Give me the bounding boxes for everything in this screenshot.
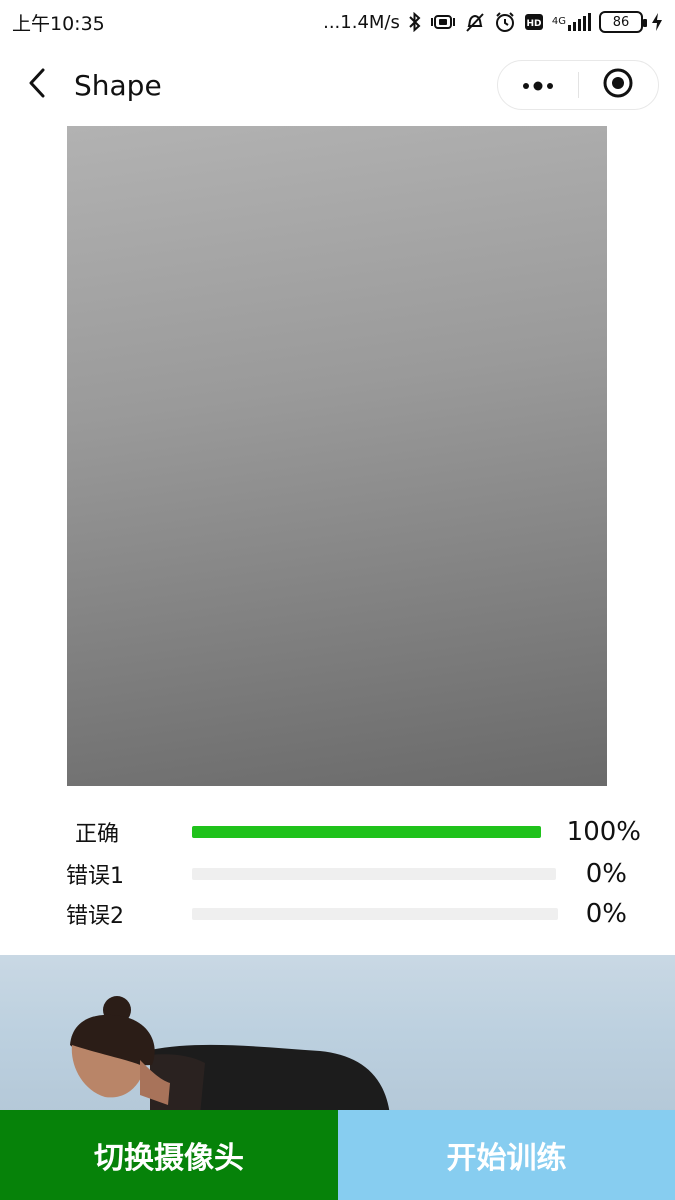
hd-icon: HD [524, 13, 544, 31]
close-button[interactable] [579, 61, 659, 109]
result-row-error1: 错误1 0% [0, 854, 675, 894]
progress-fill [192, 826, 541, 838]
network-type: 4G [551, 16, 566, 27]
alarm-icon [494, 11, 516, 33]
charging-icon [651, 12, 663, 32]
result-row-error2: 错误2 0% [0, 894, 675, 934]
signal-icon: 4G [552, 13, 591, 31]
start-training-button[interactable]: 开始训练 [338, 1110, 675, 1200]
nav-bar: Shape [0, 44, 675, 126]
result-percent: 0% [585, 899, 627, 929]
result-label: 错误1 [66, 864, 124, 889]
pose-figure [70, 996, 390, 1115]
reference-pose-image [0, 955, 675, 1115]
battery-level: 86 [612, 14, 630, 30]
camera-preview [67, 126, 607, 786]
battery-icon: 86 [599, 11, 647, 33]
result-label: 错误2 [66, 904, 124, 929]
hd-text: HD [526, 19, 541, 29]
result-percent: 100% [566, 817, 641, 847]
progress-track [192, 868, 556, 880]
status-bar: 上午10:35 ...1.4M/s HD 4G 86 [0, 0, 675, 44]
result-percent: 0% [585, 859, 627, 889]
network-speed: ...1.4M/s [323, 11, 400, 33]
target-circle-icon [602, 67, 634, 103]
more-button[interactable] [498, 61, 578, 109]
mute-bell-icon [464, 11, 486, 33]
status-icons: ...1.4M/s HD 4G 86 [323, 11, 663, 33]
page-title: Shape [74, 68, 162, 102]
chevron-left-icon [28, 68, 46, 102]
back-button[interactable] [0, 44, 74, 126]
switch-camera-button[interactable]: 切换摄像头 [0, 1110, 338, 1200]
signal-bars [568, 13, 591, 31]
bottom-action-bar: 切换摄像头 开始训练 [0, 1110, 675, 1200]
progress-track [192, 908, 558, 920]
bluetooth-icon [408, 12, 422, 32]
more-dots-icon [521, 76, 555, 95]
status-time: 上午10:35 [12, 12, 105, 35]
vibrate-icon [430, 13, 456, 31]
result-label: 正确 [74, 822, 119, 847]
progress-track [192, 826, 541, 838]
result-row-correct: 正确 100% [0, 812, 675, 852]
mini-program-capsule [497, 60, 659, 110]
